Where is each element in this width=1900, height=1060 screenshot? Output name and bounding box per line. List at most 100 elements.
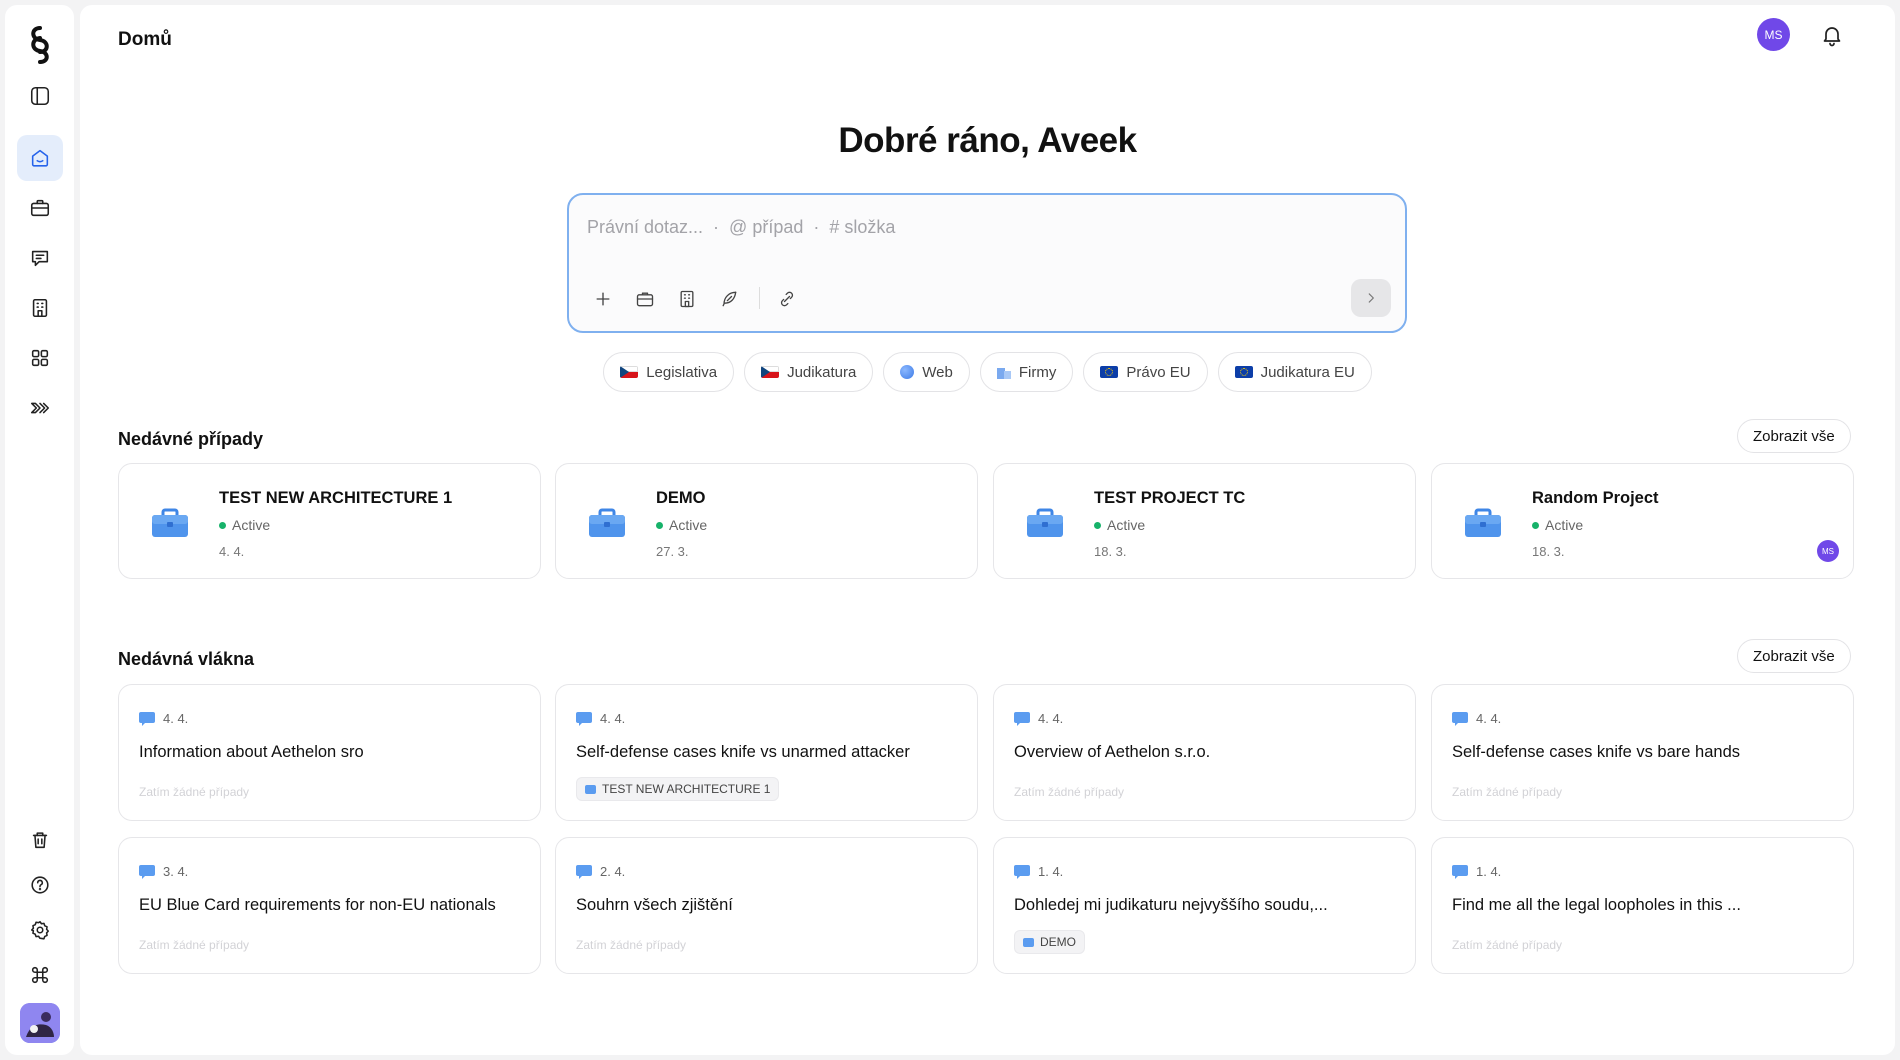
attach-company-button[interactable] — [675, 287, 699, 311]
gear-icon — [30, 920, 49, 940]
thread-case-tag[interactable]: DEMO — [1014, 930, 1085, 954]
building-icon — [996, 365, 1011, 379]
source-chip-legislativa[interactable]: Legislativa — [603, 352, 735, 392]
recent-threads-title: Nedávná vlákna — [118, 649, 255, 669]
thread-empty-cases: Zatím žádné případy — [139, 938, 250, 952]
case-status: Active — [656, 517, 707, 533]
app-logo[interactable] — [25, 25, 55, 65]
flag-cz-icon — [620, 366, 639, 378]
briefcase-icon — [585, 784, 596, 794]
case-card[interactable]: DEMO Active 27. 3. — [555, 463, 978, 579]
thread-meta: 1. 4. — [1452, 864, 1501, 879]
sidebar-item-cases[interactable] — [17, 185, 63, 231]
thread-title: Self-defense cases knife vs unarmed atta… — [576, 743, 910, 761]
command-palette-button[interactable] — [17, 952, 63, 997]
thread-title: Find me all the legal loopholes in this … — [1452, 896, 1741, 914]
trash-button[interactable] — [17, 817, 63, 862]
send-button[interactable] — [1351, 279, 1391, 317]
building-icon — [680, 290, 694, 308]
sidebar-item-home[interactable] — [16, 135, 63, 181]
case-date: 18. 3. — [1532, 544, 1565, 559]
globe-icon — [900, 365, 915, 379]
case-name: DEMO — [656, 489, 706, 507]
thread-card[interactable]: 4. 4. Overview of Aethelon s.r.o. Zatím žá… — [993, 684, 1416, 821]
source-chip-judikatura-eu[interactable]: Judikatura EU — [1217, 352, 1372, 392]
view-all-cases-button[interactable]: Zobrazit vše — [1737, 419, 1851, 453]
thread-card[interactable]: 2. 4. Souhrn všech zjištění Zatím žádné př… — [555, 837, 978, 974]
chat-icon — [576, 711, 592, 726]
drafting-button[interactable] — [717, 287, 741, 311]
flag-eu-icon — [1100, 366, 1119, 378]
notifications-button[interactable] — [1820, 23, 1844, 47]
case-date: 18. 3. — [1094, 544, 1127, 559]
thread-title: Dohledej mi judikaturu nejvyššího soudu,… — [1014, 896, 1328, 914]
chat-icon — [1452, 711, 1468, 726]
plus-icon — [596, 292, 610, 306]
thread-card[interactable]: 1. 4. Find me all the legal loopholes in … — [1431, 837, 1854, 974]
help-button[interactable] — [17, 862, 63, 907]
thread-title: Overview of Aethelon s.r.o. — [1014, 743, 1211, 761]
thread-card[interactable]: 4. 4. Self-defense cases knife vs bare ha… — [1431, 684, 1854, 821]
user-avatar[interactable] — [19, 1003, 60, 1043]
thread-title: Souhrn všech zjištění — [576, 896, 733, 914]
member-avatar: MS — [1817, 540, 1839, 562]
home-icon — [31, 149, 48, 167]
source-chip-web[interactable]: Web — [883, 352, 970, 392]
attach-case-button[interactable] — [633, 287, 657, 311]
add-button[interactable] — [591, 287, 615, 311]
page-title: Domů — [118, 29, 172, 50]
view-all-threads-button[interactable]: Zobrazit vše — [1737, 639, 1851, 673]
sidebar-icon — [30, 86, 49, 106]
case-status: Active — [219, 517, 270, 533]
greeting-heading: Dobré ráno, Aveek — [838, 121, 1137, 160]
briefcase-icon — [1027, 508, 1063, 537]
toolbar-divider — [759, 287, 760, 309]
thread-empty-cases: Zatím žádné případy — [1452, 938, 1563, 952]
thread-empty-cases: Zatím žádné případy — [139, 785, 250, 799]
briefcase-icon — [1465, 508, 1501, 537]
thread-meta: 4. 4. — [1014, 711, 1063, 726]
case-card[interactable]: TEST NEW ARCHITECTURE 1 Active 4. 4. — [118, 463, 541, 579]
source-chip-judikatura[interactable]: Judikatura — [744, 352, 874, 392]
account-avatar[interactable]: MS — [1757, 18, 1790, 51]
flag-eu-icon — [1234, 366, 1253, 378]
source-chip-pravo-eu[interactable]: Právo EU — [1083, 352, 1208, 392]
sidebar-toggle[interactable] — [17, 73, 63, 119]
case-status: Active — [1532, 517, 1583, 533]
case-card[interactable]: TEST PROJECT TC Active 18. 3. — [993, 463, 1416, 579]
sidebar-item-chats[interactable] — [17, 235, 63, 281]
chat-icon — [139, 711, 155, 726]
thread-meta: 1. 4. — [1014, 864, 1063, 879]
status-dot — [1532, 521, 1539, 529]
sidebar-item-workflows[interactable] — [17, 385, 63, 431]
query-composer — [567, 193, 1407, 333]
query-input[interactable] — [587, 217, 1287, 238]
thread-title: Self-defense cases knife vs bare hands — [1452, 743, 1741, 761]
thread-meta: 2. 4. — [576, 864, 625, 879]
thread-title: EU Blue Card requirements for non-EU nat… — [139, 896, 496, 914]
thread-card[interactable]: 1. 4. Dohledej mi judikaturu nejvyššího s… — [993, 837, 1416, 974]
status-dot — [1094, 521, 1101, 529]
sidebar-item-apps[interactable] — [17, 335, 63, 381]
thread-card[interactable]: 4. 4. Information about Aethelon sro Zatím… — [118, 684, 541, 821]
source-chip-firmy[interactable]: Firmy — [979, 352, 1074, 392]
chat-icon — [1014, 864, 1030, 879]
attach-link-button[interactable] — [775, 287, 799, 311]
briefcase-icon — [152, 508, 188, 537]
case-card[interactable]: Random Project Active 18. 3. MS — [1431, 463, 1854, 579]
sidebar-item-directory[interactable] — [17, 285, 63, 331]
thread-meta: 4. 4. — [576, 711, 625, 726]
settings-button[interactable] — [17, 907, 63, 952]
chat-icon — [139, 864, 155, 879]
thread-card[interactable]: 3. 4. EU Blue Card requirements for non-E… — [118, 837, 541, 974]
case-name: TEST NEW ARCHITECTURE 1 — [219, 489, 453, 507]
case-status: Active — [1094, 517, 1145, 533]
help-icon — [30, 875, 49, 894]
thread-empty-cases: Zatím žádné případy — [1452, 785, 1563, 799]
trash-icon — [32, 831, 47, 848]
thread-case-tag[interactable]: TEST NEW ARCHITECTURE 1 — [576, 777, 780, 801]
chat-icon — [1014, 711, 1030, 726]
bell-icon — [1823, 27, 1841, 47]
main-content: Domů MS Dobré ráno, Aveek Legislativa — [80, 5, 1895, 1055]
thread-card[interactable]: 4. 4. Self-defense cases knife vs unarmed… — [555, 684, 978, 821]
